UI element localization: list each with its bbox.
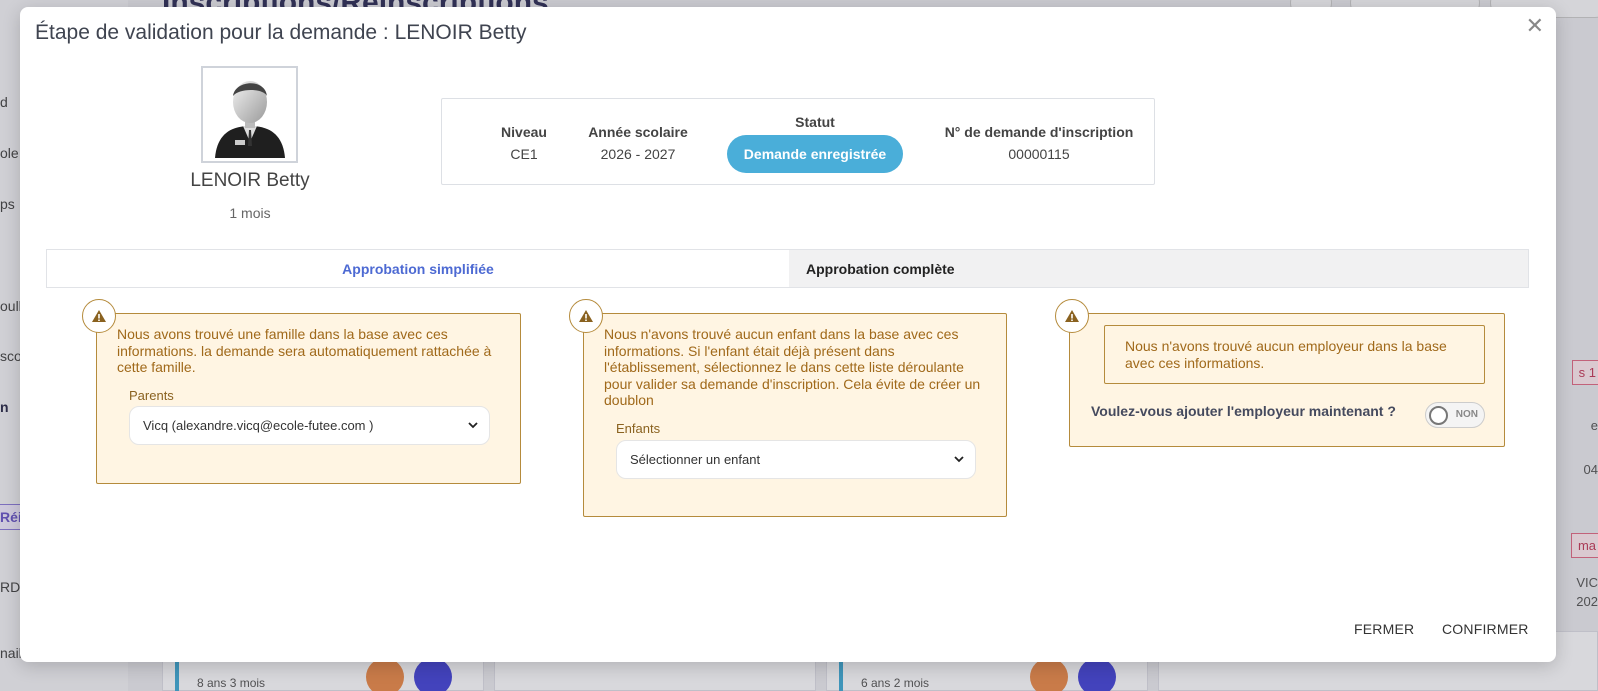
tab-approbation-simplifiee[interactable]: Approbation simplifiée <box>47 250 789 287</box>
child-name: LENOIR Betty <box>190 170 310 191</box>
add-employeur-toggle[interactable]: NON <box>1425 402 1485 428</box>
info-value: 2026 - 2027 <box>600 146 676 162</box>
famille-alert-text: Nous avons trouvé une famille dans la ba… <box>117 326 492 375</box>
employeur-alert: Nous n'avons trouvé aucun employeur dans… <box>1069 313 1505 447</box>
info-value: 00000115 <box>1008 146 1070 162</box>
info-demande: N° de demande d'inscription 00000115 <box>934 124 1144 162</box>
enfant-alert-text: Nous n'avons trouvé aucun enfant dans la… <box>604 326 981 408</box>
request-info-box: Niveau CE1 Année scolaire 2026 - 2027 St… <box>441 98 1155 185</box>
info-label: Niveau <box>501 124 547 140</box>
child-avatar <box>201 66 298 163</box>
status-badge: Demande enregistrée <box>726 135 904 173</box>
enfants-select[interactable]: Sélectionner un enfant <box>616 440 976 479</box>
chevron-down-icon <box>468 422 478 429</box>
modal-title: Étape de validation pour la demande : LE… <box>35 21 527 44</box>
info-value: CE1 <box>510 146 538 162</box>
chevron-down-icon <box>954 456 964 463</box>
validation-modal: Étape de validation pour la demande : LE… <box>20 7 1556 662</box>
parents-select[interactable]: Vicq (alexandre.vicq@ecole-futee.com ) <box>129 406 490 445</box>
approval-tabs: Approbation simplifiée Approbation compl… <box>46 249 1529 288</box>
close-icon[interactable]: ✕ <box>1526 15 1544 37</box>
enfants-label: Enfants <box>616 421 661 436</box>
fermer-button[interactable]: FERMER <box>1354 621 1414 637</box>
warning-icon <box>1055 299 1089 333</box>
toggle-label: NON <box>1455 409 1478 420</box>
info-label: Année scolaire <box>588 124 688 140</box>
person-silhouette-icon <box>214 80 285 158</box>
add-employeur-question: Voulez-vous ajouter l'employeur maintena… <box>1091 403 1396 419</box>
info-label: Statut <box>795 114 835 130</box>
info-annee: Année scolaire 2026 - 2027 <box>573 124 703 162</box>
confirmer-button[interactable]: CONFIRMER <box>1442 621 1529 637</box>
warning-icon <box>569 299 603 333</box>
tab-approbation-complete[interactable]: Approbation complète <box>789 250 1528 287</box>
parents-select-value: Vicq (alexandre.vicq@ecole-futee.com ) <box>143 418 374 433</box>
toggle-knob <box>1429 406 1448 425</box>
famille-alert: Nous avons trouvé une famille dans la ba… <box>96 313 521 484</box>
parents-label: Parents <box>129 388 174 403</box>
warning-icon <box>82 299 116 333</box>
info-niveau: Niveau CE1 <box>488 124 560 162</box>
enfant-alert: Nous n'avons trouvé aucun enfant dans la… <box>583 313 1007 517</box>
info-label: N° de demande d'inscription <box>944 124 1134 140</box>
enfants-select-value: Sélectionner un enfant <box>630 452 761 467</box>
employeur-alert-text: Nous n'avons trouvé aucun employeur dans… <box>1104 325 1485 384</box>
child-age: 1 mois <box>229 205 271 221</box>
info-statut: Statut Demande enregistrée <box>725 114 905 173</box>
